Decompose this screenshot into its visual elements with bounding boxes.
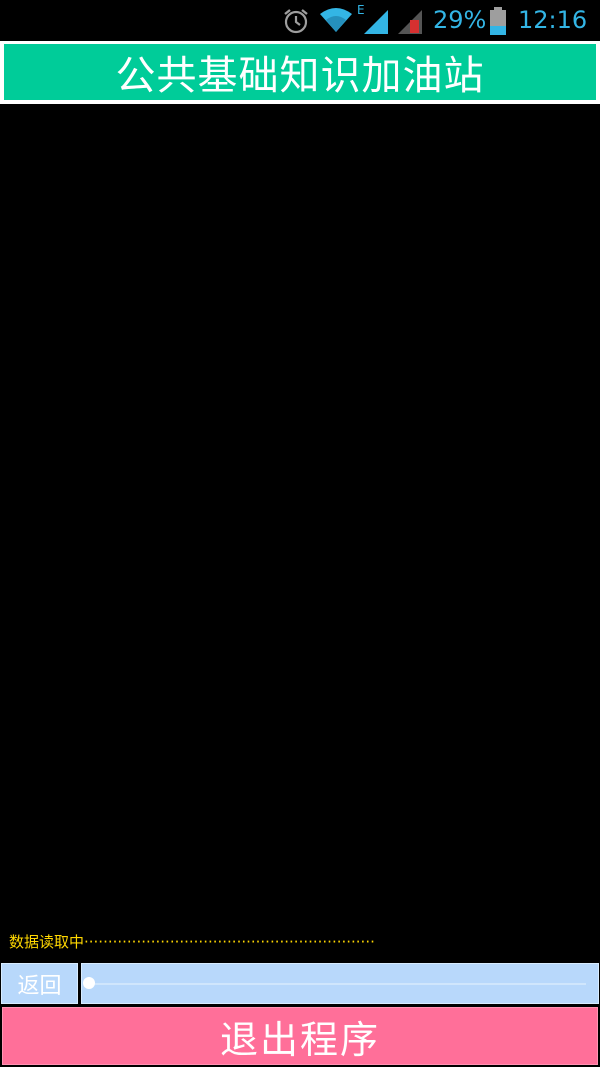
exit-button[interactable]: 退出程序 (2, 1007, 598, 1065)
progress-track (90, 983, 586, 985)
page-title: 公共基础知识加油站 (4, 44, 596, 100)
back-button[interactable]: 返回 (1, 963, 78, 1004)
signal-weak-icon (398, 10, 422, 34)
title-banner: 公共基础知识加油站 (0, 41, 600, 104)
status-bar: E 29% 12:16 (0, 0, 600, 40)
progress-slider[interactable] (81, 963, 599, 1004)
alarm-icon (284, 9, 308, 34)
signal-icon (364, 10, 388, 34)
content-area (0, 104, 600, 924)
status-clock: 12:16 (518, 6, 588, 34)
loading-status-text: 数据读取中···································… (9, 933, 375, 951)
battery-percent: 29% (433, 6, 487, 34)
progress-thumb[interactable] (83, 977, 95, 989)
battery-icon (490, 7, 506, 35)
wifi-icon (320, 8, 352, 32)
